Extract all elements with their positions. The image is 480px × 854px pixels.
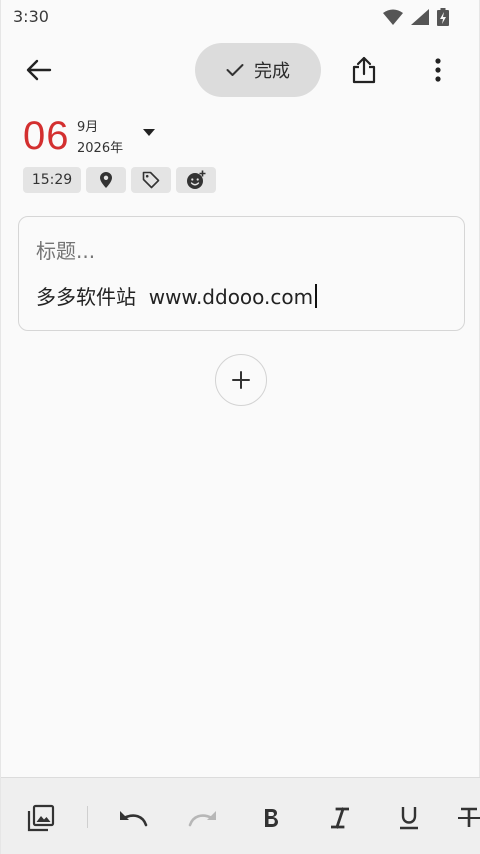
date-day: 06 — [23, 114, 70, 158]
more-vert-icon — [435, 58, 441, 82]
done-label: 完成 — [254, 61, 290, 82]
status-time: 3:30 — [13, 7, 49, 26]
time-chip[interactable]: 15:29 — [23, 167, 81, 193]
note-body-text: 多多软件站 www.ddooo.com — [36, 285, 314, 309]
underline-icon — [400, 807, 418, 830]
note-editor-card: 多多软件站 www.ddooo.com — [18, 216, 465, 331]
arrow-back-icon — [26, 59, 52, 81]
note-body-input[interactable]: 多多软件站 www.ddooo.com — [36, 281, 318, 310]
note-attributes: 15:29 — [23, 167, 216, 193]
time-chip-label: 15:29 — [31, 172, 73, 188]
battery-charging-icon — [437, 8, 449, 26]
location-pin-icon — [100, 172, 112, 188]
status-icons — [383, 8, 449, 26]
redo-icon — [188, 811, 216, 827]
bold-icon — [265, 809, 278, 827]
add-emoji-icon — [187, 170, 206, 189]
strikethrough-icon — [458, 807, 480, 827]
italic-button[interactable] — [320, 798, 360, 838]
more-options-button[interactable] — [417, 48, 459, 92]
back-button[interactable] — [15, 50, 63, 90]
title-input[interactable] — [36, 239, 436, 263]
bold-button[interactable] — [251, 798, 291, 838]
plus-icon — [232, 371, 250, 389]
dropdown-arrow-icon[interactable] — [141, 124, 157, 140]
done-button[interactable]: 完成 — [195, 43, 321, 97]
text-cursor — [315, 283, 318, 308]
tag-icon — [142, 171, 160, 189]
date-year: 2026年 — [77, 141, 124, 156]
toolbar-divider — [87, 806, 88, 828]
location-chip[interactable] — [86, 167, 126, 193]
share-button[interactable] — [341, 48, 387, 92]
date-month: 9月 — [77, 120, 99, 135]
mood-chip[interactable] — [176, 167, 216, 193]
wifi-icon — [383, 9, 403, 25]
status-bar: 3:30 — [1, 0, 480, 34]
share-icon — [352, 56, 376, 84]
add-content-button[interactable] — [215, 354, 267, 406]
image-gallery-icon — [27, 804, 55, 832]
cellular-signal-icon — [411, 9, 429, 25]
strikethrough-button[interactable] — [457, 798, 480, 838]
app-bar: 完成 — [1, 36, 480, 104]
italic-icon — [331, 807, 349, 829]
undo-button[interactable] — [113, 798, 153, 838]
undo-icon — [120, 811, 148, 827]
formatting-toolbar — [1, 777, 480, 854]
check-icon — [226, 64, 244, 76]
redo-button[interactable] — [183, 798, 223, 838]
underline-button[interactable] — [389, 798, 429, 838]
insert-image-button[interactable] — [21, 798, 61, 838]
tag-chip[interactable] — [131, 167, 171, 193]
